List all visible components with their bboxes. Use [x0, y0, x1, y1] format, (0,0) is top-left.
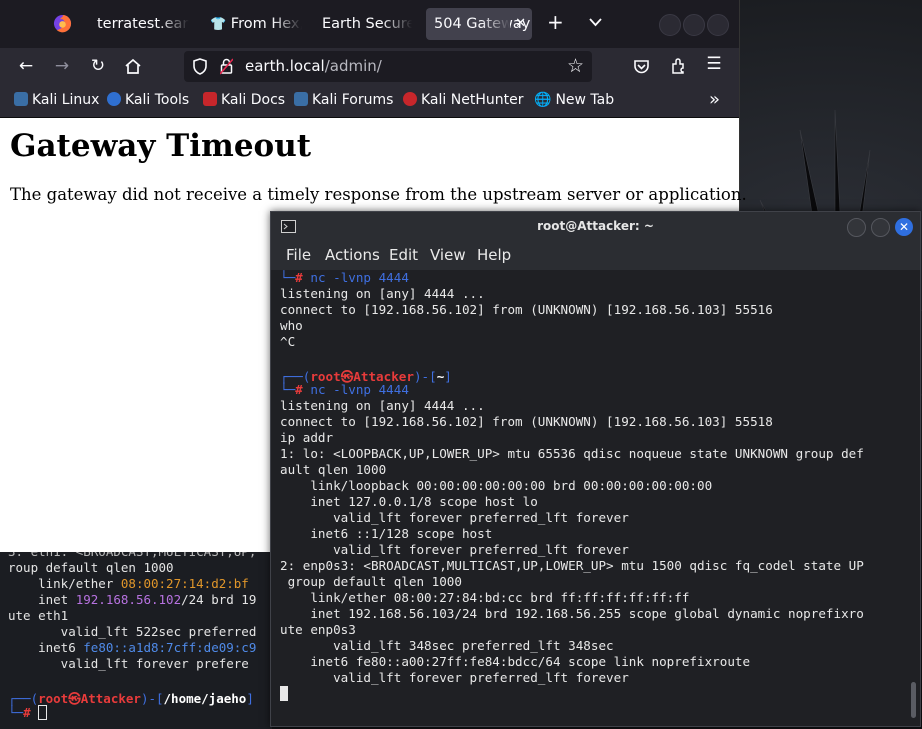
menu-file[interactable]: File [286, 246, 311, 264]
bookmarks-overflow-icon[interactable]: » [709, 89, 720, 110]
bg-terminal-line: roup default qlen 1000 [8, 560, 174, 575]
terminal-line: valid_lft forever preferred_lft forever [280, 510, 629, 525]
menu-help[interactable]: Help [477, 246, 511, 264]
bg-terminal-line: inet6 fe80::a1d8:7cff:de09:c9 [8, 640, 257, 655]
nethunter-icon [403, 92, 417, 106]
bookmark-star-icon[interactable]: ☆ [567, 55, 584, 77]
bookmark-kali-nethunter[interactable]: Kali NetHunter [403, 92, 523, 108]
terminal-line: valid_lft forever preferred_lft forever [280, 670, 629, 685]
bg-terminal-line: ute eth1 [8, 608, 69, 623]
globe-icon: 🌐 [534, 92, 552, 108]
page-message: The gateway did not receive a timely res… [10, 185, 747, 204]
bg-terminal-line: valid_lft 522sec preferred [8, 624, 257, 639]
bookmark-kali-forums[interactable]: Kali Forums [294, 92, 393, 108]
hamburger-menu-icon[interactable]: ☰ [703, 54, 725, 74]
terminal-window[interactable]: root@Attacker: ~ ✕ File Actions Edit Vie… [270, 211, 921, 727]
terminal-line: ute enp0s3 [280, 622, 356, 637]
text-cursor [280, 686, 288, 701]
shield-icon[interactable] [192, 58, 208, 75]
reload-icon[interactable]: ↻ [87, 56, 109, 76]
terminal-line: link/loopback 00:00:00:00:00:00 brd 00:0… [280, 478, 713, 493]
terminal-line: ip addr [280, 430, 334, 445]
bg-terminal-line: link/ether 08:00:27:14:d2:bf [8, 576, 249, 591]
terminal-line: connect to [192.168.56.102] from (UNKNOW… [280, 414, 773, 429]
terminal-output[interactable]: └─# nc -lvnp 4444 listening on [any] 444… [271, 270, 920, 726]
tab-from-hex[interactable]: 👕 From Hex, [210, 8, 302, 40]
terminal-close-button[interactable]: ✕ [895, 218, 913, 236]
terminal-line: listening on [any] 4444 ... [280, 398, 485, 413]
url-text[interactable]: earth.local/admin/ [245, 57, 382, 75]
terminal-line: inet6 ::1/128 scope host [280, 526, 493, 541]
minimize-button[interactable] [659, 14, 681, 36]
bg-terminal-line: inet 192.168.56.102/24 brd 19 [8, 592, 257, 607]
terminal-line: 1: lo: <LOOPBACK,UP,LOWER_UP> mtu 65536 … [280, 446, 864, 461]
bookmarks-toolbar: Kali Linux Kali Tools Kali Docs Kali For… [0, 86, 739, 118]
back-arrow-icon[interactable]: ← [15, 56, 37, 76]
terminal-line: group default qlen 1000 [280, 574, 462, 589]
terminal-titlebar[interactable]: root@Attacker: ~ ✕ [271, 212, 920, 242]
bookmark-kali-docs[interactable]: Kali Docs [203, 92, 285, 108]
terminal-title: root@Attacker: ~ [537, 219, 654, 233]
terminal-line: inet6 fe80::a00:27ff:fe84:bdcc/64 scope … [280, 654, 751, 669]
tab-earth-secure[interactable]: Earth Secure M [322, 8, 412, 40]
tab-bar: terratest.earth 👕 From Hex, Earth Secure… [0, 0, 739, 48]
close-window-button[interactable] [707, 14, 729, 36]
background-terminal[interactable]: 3: eth1: <BROADCAST,MULTICAST,UP, roup d… [0, 540, 272, 729]
tab-504-gateway[interactable]: 504 Gateway ✕ [426, 8, 532, 40]
insecure-lock-icon[interactable] [220, 58, 233, 75]
terminal-menubar: File Actions Edit View Help [271, 242, 920, 270]
terminal-line: inet 127.0.0.1/8 scope host lo [280, 494, 538, 509]
tab-terratest[interactable]: terratest.earth [97, 8, 189, 40]
home-icon[interactable] [124, 58, 142, 75]
menu-actions[interactable]: Actions [325, 246, 380, 264]
firefox-icon[interactable] [53, 14, 72, 33]
terminal-line: valid_lft forever preferred_lft forever [280, 542, 629, 557]
navigation-toolbar: ← → ↻ earth.local/admin/ ☆ ☰ [0, 48, 739, 86]
terminal-line: who [280, 318, 303, 333]
terminal-cursor-line[interactable] [280, 686, 288, 701]
terminal-line: └─# nc -lvnp 4444 [280, 270, 409, 285]
pocket-icon[interactable] [633, 59, 650, 75]
menu-view[interactable]: View [430, 246, 466, 264]
shirt-icon: 👕 [210, 17, 227, 32]
kali-tools-icon [107, 92, 121, 106]
maximize-button[interactable] [683, 14, 705, 36]
terminal-line: listening on [any] 4444 ... [280, 286, 485, 301]
page-heading: Gateway Timeout [10, 128, 312, 164]
kali-docs-icon [203, 92, 217, 106]
terminal-line: connect to [192.168.56.102] from (UNKNOW… [280, 302, 773, 317]
terminal-line: └─# nc -lvnp 4444 [280, 382, 409, 397]
bg-terminal-line: valid_lft forever prefere [8, 656, 249, 671]
new-tab-button[interactable]: + [547, 10, 564, 34]
terminal-line: valid_lft 348sec preferred_lft 348sec [280, 638, 614, 653]
terminal-maximize-button[interactable] [871, 218, 890, 237]
kali-dragon-icon [14, 92, 28, 106]
forward-arrow-icon[interactable]: → [51, 56, 73, 76]
terminal-line: ault qlen 1000 [280, 462, 387, 477]
extensions-icon[interactable] [670, 58, 687, 75]
bookmark-kali-linux[interactable]: Kali Linux [14, 92, 99, 108]
terminal-line: inet 192.168.56.103/24 brd 192.168.56.25… [280, 606, 864, 621]
terminal-line: ^C [280, 334, 296, 349]
kali-forums-icon [294, 92, 308, 106]
bookmark-kali-tools[interactable]: Kali Tools [107, 92, 189, 108]
bg-terminal-input-line: └─# [8, 705, 48, 720]
terminal-scrollbar[interactable] [911, 682, 916, 718]
terminal-minimize-button[interactable] [847, 218, 866, 237]
chevron-down-icon[interactable] [589, 18, 602, 27]
terminal-line: link/ether 08:00:27:84:bd:cc brd ff:ff:f… [280, 590, 690, 605]
url-bar[interactable]: earth.local/admin/ ☆ [184, 51, 592, 82]
close-tab-icon[interactable]: ✕ [515, 8, 526, 40]
bookmark-new-tab[interactable]: 🌐 New Tab [534, 92, 614, 108]
menu-edit[interactable]: Edit [389, 246, 418, 264]
terminal-line: 2: enp0s3: <BROADCAST,MULTICAST,UP,LOWER… [280, 558, 864, 573]
